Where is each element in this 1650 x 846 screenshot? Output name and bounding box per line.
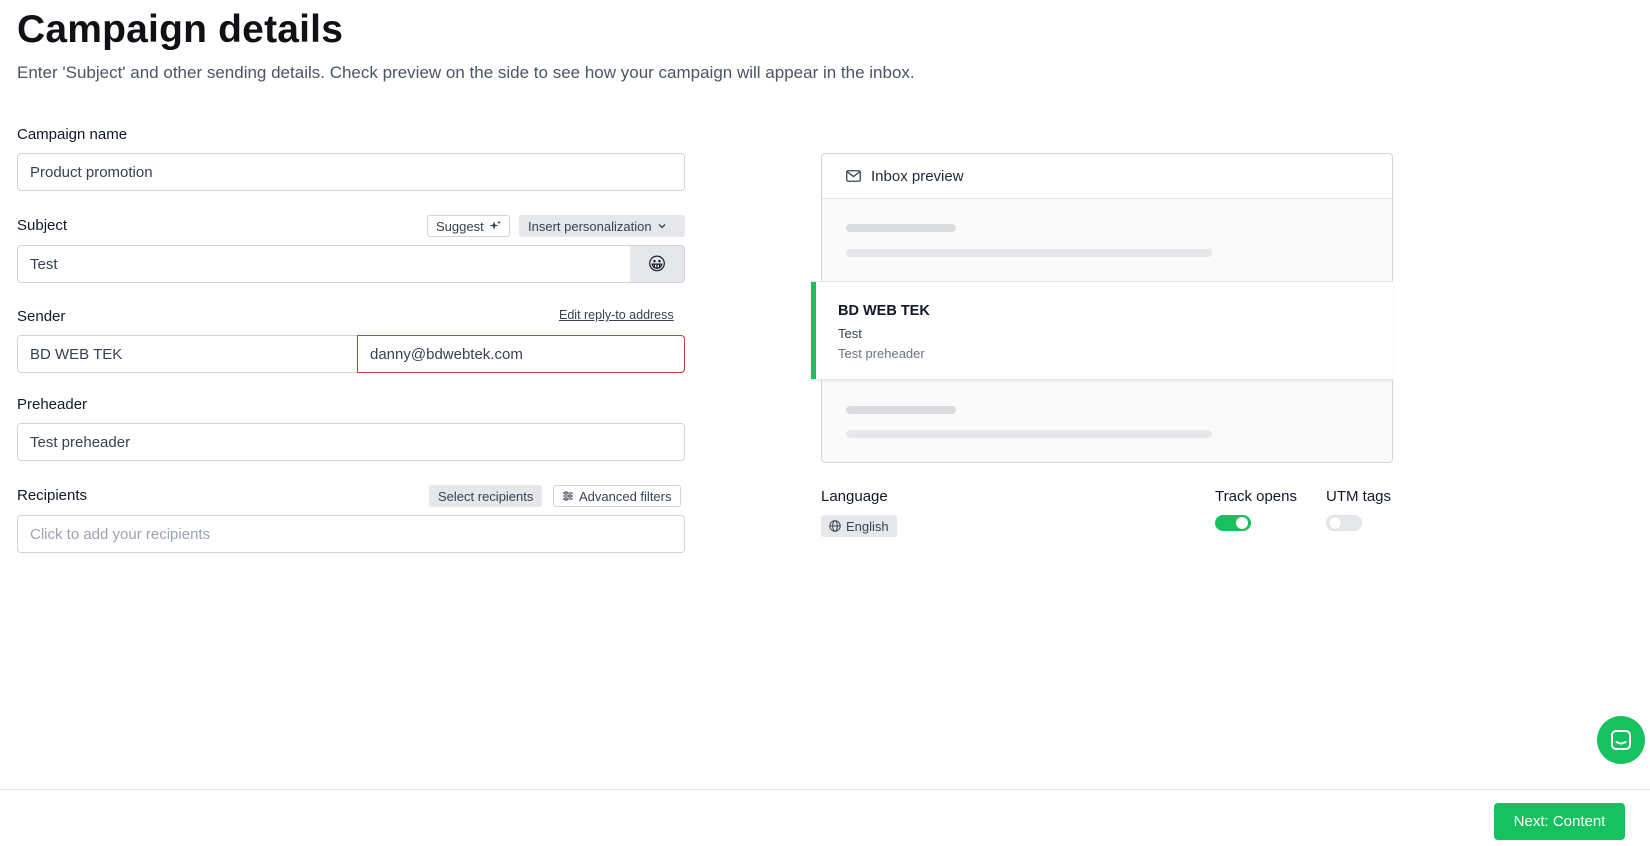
skeleton-line (846, 249, 1212, 257)
preview-preheader: Test preheader (838, 346, 925, 361)
footer-bar (0, 789, 1650, 846)
inbox-preview-header: Inbox preview (822, 154, 1392, 199)
suggest-button[interactable]: Suggest (427, 215, 510, 237)
preheader-input[interactable]: Test preheader (17, 423, 685, 461)
skeleton-line (846, 224, 956, 232)
sparkle-icon (489, 220, 501, 230)
inbox-preview-card: Inbox preview BD WEB TEK Test Test prehe… (811, 153, 1393, 463)
chevron-down-icon (658, 224, 666, 229)
chat-widget-button[interactable] (1597, 716, 1645, 764)
inbox-preview-title: Inbox preview (871, 167, 964, 185)
page-subtitle: Enter 'Subject' and other sending detail… (17, 63, 915, 82)
sender-label: Sender (17, 308, 66, 325)
preview-accent-bar (811, 282, 816, 379)
preheader-label: Preheader (17, 396, 88, 413)
insert-personalization-label: Insert personalization (528, 218, 652, 234)
campaign-name-input[interactable]: Product promotion (17, 153, 685, 191)
track-opens-label: Track opens (1215, 488, 1297, 505)
emoji-picker-button[interactable]: 😀 (630, 245, 685, 283)
globe-icon (829, 520, 841, 532)
emoji-icon: 😀 (647, 253, 667, 274)
insert-personalization-dropdown[interactable]: Insert personalization (519, 215, 685, 237)
next-content-button[interactable]: Next: Content (1494, 803, 1625, 840)
page-title: Campaign details (17, 8, 344, 51)
recipients-input[interactable]: Click to add your recipients (17, 515, 685, 553)
advanced-filters-button[interactable]: Advanced filters (553, 485, 681, 507)
chat-icon (1611, 730, 1631, 750)
preview-subject: Test (838, 326, 862, 341)
inbox-preview-email: BD WEB TEK Test Test preheader (811, 281, 1393, 380)
edit-reply-to-link[interactable]: Edit reply-to address (559, 308, 674, 322)
skeleton-line (846, 406, 956, 414)
filters-icon (563, 491, 573, 501)
sender-email-input[interactable]: danny@bdwebtek.com (357, 335, 685, 373)
select-recipients-button[interactable]: Select recipients (429, 485, 543, 507)
toggle-knob (1236, 517, 1248, 529)
skeleton-line (846, 430, 1212, 438)
utm-tags-label: UTM tags (1326, 488, 1392, 505)
track-opens-toggle[interactable] (1215, 515, 1251, 531)
suggest-label: Suggest (436, 218, 484, 234)
language-selector[interactable]: English (821, 515, 897, 537)
mail-icon (846, 170, 861, 182)
recipients-label: Recipients (17, 487, 88, 504)
subject-input[interactable]: Test (17, 245, 631, 283)
campaign-name-label: Campaign name (17, 126, 128, 143)
language-label: Language (821, 488, 888, 505)
subject-label: Subject (17, 217, 68, 234)
utm-tags-toggle[interactable] (1326, 515, 1362, 531)
advanced-filters-label: Advanced filters (579, 488, 672, 504)
sender-name-input[interactable]: BD WEB TEK (17, 335, 358, 373)
toggle-knob (1329, 517, 1341, 529)
preview-sender: BD WEB TEK (838, 303, 930, 319)
language-value: English (846, 518, 889, 534)
